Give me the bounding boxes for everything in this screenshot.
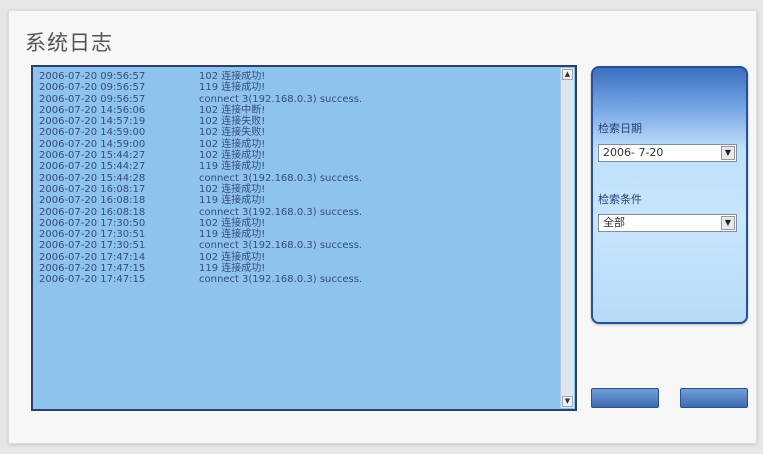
search-condition-select[interactable]: 全部 ▼	[598, 214, 737, 232]
action-button-left[interactable]	[591, 388, 659, 408]
log-row: 2006-07-20 09:56:57 119 连接成功!	[39, 82, 559, 93]
log-message: connect 3(192.168.0.3) success.	[199, 172, 363, 184]
log-message: 102 连接成功!	[199, 71, 266, 82]
log-row: 2006-07-20 17:47:15 connect 3(192.168.0.3…	[39, 274, 559, 285]
log-message: 119 连接成功!	[199, 195, 266, 207]
log-row: 2006-07-20 16:08:18 119 连接成功!	[39, 195, 559, 206]
log-message: connect 3(192.168.0.3) success.	[199, 240, 363, 252]
log-message: connect 3(192.168.0.3) success.	[199, 274, 363, 286]
log-row: 2006-07-20 17:30:51 connect 3(192.168.0.3…	[39, 240, 559, 251]
log-row: 2006-07-20 14:57:19 102 连接失败!	[39, 116, 559, 127]
log-row: 2006-07-20 14:59:00 102 连接成功!	[39, 139, 559, 150]
log-row: 2006-07-20 17:47:14 102 连接成功!	[39, 252, 559, 263]
log-timestamp: 2006-07-20 17:30:51	[39, 229, 146, 241]
chevron-down-icon[interactable]: ▼	[721, 216, 735, 230]
log-message: 119 连接成功!	[199, 229, 266, 241]
log-row: 2006-07-20 16:08:18 connect 3(192.168.0.3…	[39, 207, 559, 218]
log-timestamp: 2006-07-20 14:59:00	[39, 138, 146, 150]
log-message: 102 连接失败!	[199, 127, 266, 139]
log-timestamp: 2006-07-20 16:08:17	[39, 183, 146, 195]
log-timestamp: 2006-07-20 09:56:57	[39, 93, 146, 105]
log-timestamp: 2006-07-20 17:47:14	[39, 251, 146, 263]
log-message: connect 3(192.168.0.3) success.	[199, 206, 363, 218]
log-timestamp: 2006-07-20 16:08:18	[39, 195, 146, 207]
log-row: 2006-07-20 15:44:27 102 连接成功!	[39, 150, 559, 161]
log-timestamp: 2006-07-20 15:44:27	[39, 161, 146, 173]
log-message: 102 连接成功!	[199, 138, 266, 150]
action-button-right[interactable]	[680, 388, 748, 408]
log-row: 2006-07-20 14:56:06 102 连接中断!	[39, 105, 559, 116]
log-row: 2006-07-20 15:44:27 119 连接成功!	[39, 161, 559, 172]
log-row: 2006-07-20 17:30:50 102 连接成功!	[39, 218, 559, 229]
log-message: 102 连接失败!	[199, 116, 266, 128]
log-row: 2006-07-20 16:08:17 102 连接成功!	[39, 184, 559, 195]
search-date-label: 检索日期	[598, 122, 642, 135]
log-message: 102 连接成功!	[199, 150, 266, 162]
scroll-up-icon[interactable]: ▲	[562, 69, 573, 80]
log-row: 2006-07-20 17:47:15 119 连接成功!	[39, 263, 559, 274]
chevron-down-icon[interactable]: ▼	[721, 146, 735, 160]
log-message: 102 连接中断!	[199, 104, 266, 116]
log-row: 2006-07-20 17:30:51 119 连接成功!	[39, 229, 559, 240]
log-panel: 2006-07-20 09:56:57 102 连接成功! 2006-07-20 0…	[31, 65, 577, 411]
log-message: 119 连接成功!	[199, 161, 266, 173]
log-timestamp: 2006-07-20 14:57:19	[39, 116, 146, 128]
filter-panel: 检索日期 2006- 7-20 ▼ 检索条件 全部 ▼	[591, 66, 748, 324]
log-timestamp: 2006-07-20 14:56:06	[39, 104, 146, 116]
log-timestamp: 2006-07-20 17:30:51	[39, 240, 146, 252]
log-list[interactable]: 2006-07-20 09:56:57 102 连接成功! 2006-07-20 0…	[39, 71, 559, 407]
log-row: 2006-07-20 09:56:57 connect 3(192.168.0.3…	[39, 94, 559, 105]
log-message: 102 连接成功!	[199, 251, 266, 263]
log-timestamp: 2006-07-20 16:08:18	[39, 206, 146, 218]
system-log-window: 系统日志 2006-07-20 09:56:57 102 连接成功! 2006-07…	[8, 10, 757, 444]
log-timestamp: 2006-07-20 17:47:15	[39, 263, 146, 275]
search-date-select[interactable]: 2006- 7-20 ▼	[598, 144, 737, 162]
scroll-down-icon[interactable]: ▼	[562, 396, 573, 407]
log-row: 2006-07-20 09:56:57 102 连接成功!	[39, 71, 559, 82]
log-row: 2006-07-20 14:59:00 102 连接失败!	[39, 127, 559, 138]
log-timestamp: 2006-07-20 17:30:50	[39, 217, 146, 229]
search-condition-value: 全部	[603, 216, 625, 229]
search-condition-label: 检索条件	[598, 193, 642, 206]
log-message: 119 连接成功!	[199, 263, 266, 275]
log-timestamp: 2006-07-20 15:44:28	[39, 172, 146, 184]
log-timestamp: 2006-07-20 09:56:57	[39, 71, 146, 82]
log-message: 102 连接成功!	[199, 217, 266, 229]
log-message: 119 连接成功!	[199, 82, 266, 94]
log-timestamp: 2006-07-20 14:59:00	[39, 127, 146, 139]
log-row: 2006-07-20 15:44:28 connect 3(192.168.0.3…	[39, 173, 559, 184]
log-timestamp: 2006-07-20 17:47:15	[39, 274, 146, 286]
log-timestamp: 2006-07-20 15:44:27	[39, 150, 146, 162]
window-title: 系统日志	[25, 31, 113, 55]
search-date-value: 2006- 7-20	[603, 146, 664, 159]
log-scrollbar[interactable]: ▲ ▼	[560, 68, 574, 408]
log-message: 102 连接成功!	[199, 183, 266, 195]
log-timestamp: 2006-07-20 09:56:57	[39, 82, 146, 94]
log-message: connect 3(192.168.0.3) success.	[199, 93, 363, 105]
